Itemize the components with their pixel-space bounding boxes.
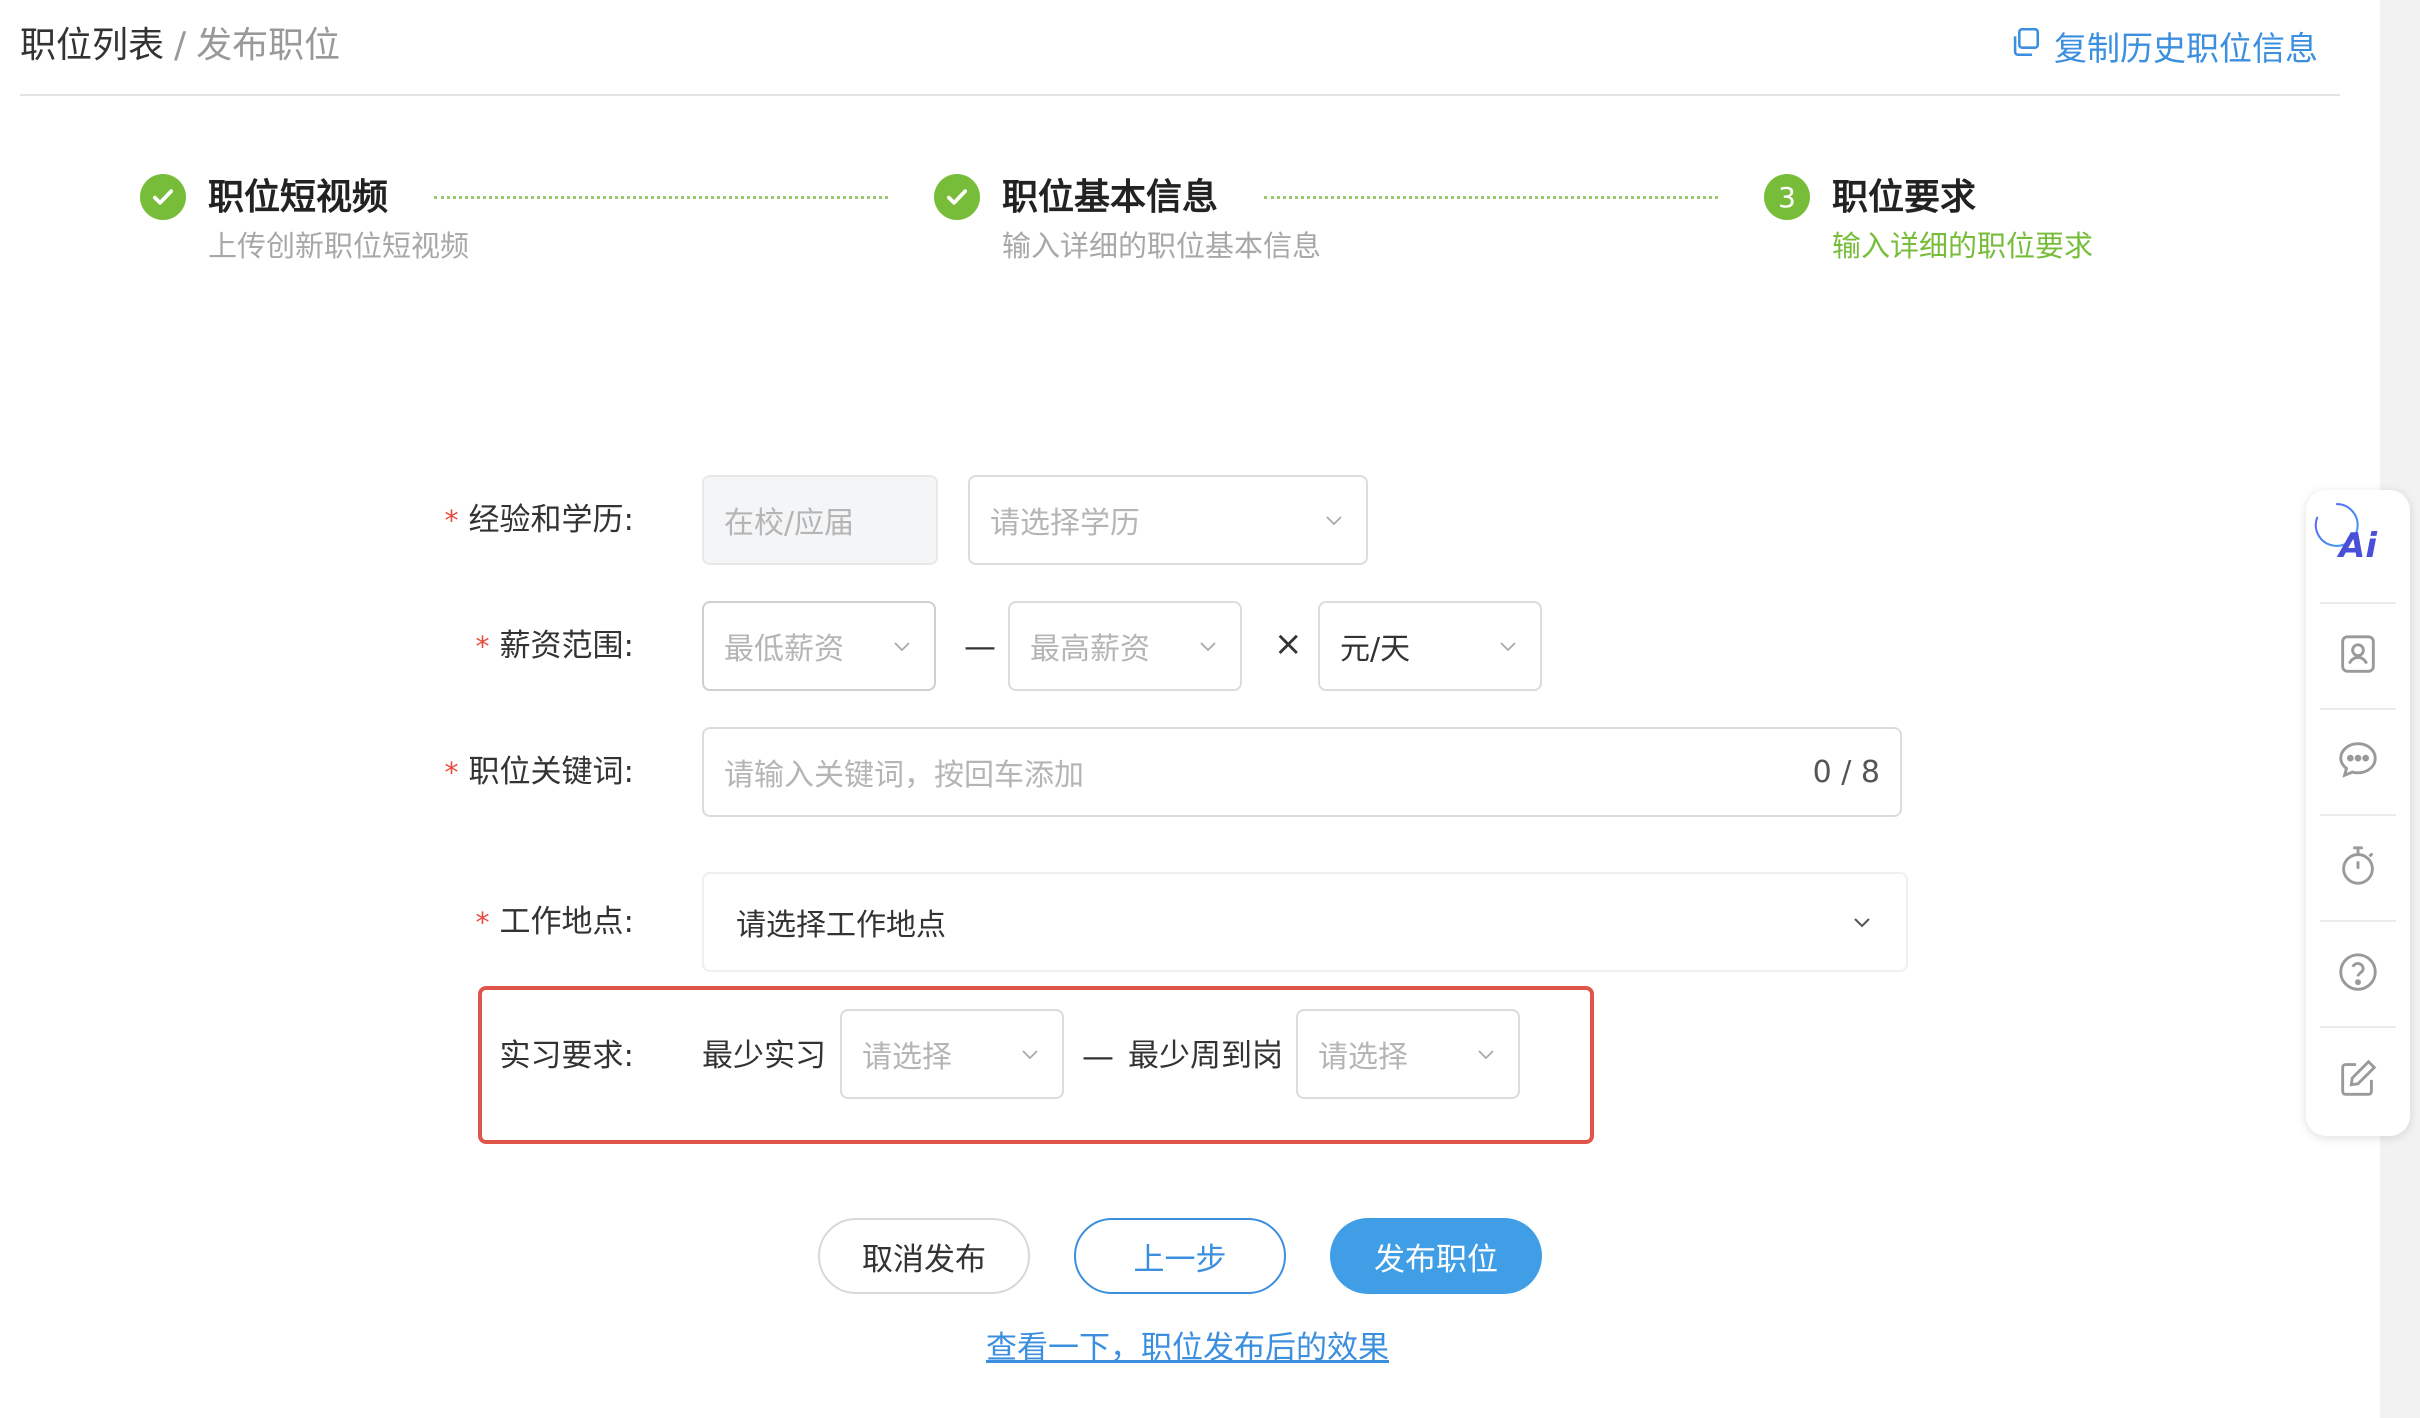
chat-bubble-icon	[2339, 742, 2377, 778]
location-placeholder: 请选择工作地点	[736, 908, 946, 943]
breadcrumb-current: 发布职位	[196, 25, 341, 66]
experience-value: 在校/应届	[724, 506, 855, 541]
breadcrumb-job-list[interactable]: 职位列表	[20, 25, 164, 66]
step-2-check-icon	[934, 174, 980, 220]
max-salary-select[interactable]: 最高薪资	[1008, 601, 1242, 691]
step-1-check-icon	[140, 174, 186, 220]
chevron-down-icon	[1500, 642, 1516, 652]
resume-card-button[interactable]	[2306, 602, 2410, 706]
chevron-down-icon	[1478, 1050, 1494, 1060]
experience-field: 在校/应届	[702, 475, 938, 565]
chevron-down-icon	[1854, 918, 1870, 928]
min-internship-select[interactable]: 请选择	[840, 1009, 1064, 1099]
keywords-placeholder: 请输入关键词，按回车添加	[724, 758, 1084, 793]
step-1-desc: 上传创新职位短视频	[208, 229, 470, 263]
salary-unit-value: 元/天	[1340, 632, 1411, 667]
chevron-down-icon	[1326, 516, 1342, 526]
copy-icon	[2008, 25, 2042, 67]
side-toolbar: Ai	[2306, 490, 2410, 1136]
education-select[interactable]: 请选择学历	[968, 475, 1368, 565]
timer-button[interactable]	[2306, 814, 2410, 918]
header-divider	[20, 94, 2340, 96]
publish-job-button[interactable]: 发布职位	[1330, 1218, 1542, 1294]
previous-step-button[interactable]: 上一步	[1074, 1218, 1286, 1294]
resume-card-icon	[2341, 635, 2375, 673]
step-3-number-badge: 3	[1764, 174, 1810, 220]
max-salary-placeholder: 最高薪资	[1030, 632, 1150, 667]
required-mark: *	[444, 504, 459, 537]
required-mark: *	[475, 906, 490, 939]
copy-history-label: 复制历史职位信息	[2054, 29, 2318, 68]
preview-effect-link[interactable]: 查看一下，职位发布后的效果	[986, 1328, 1389, 1368]
internship-label: 实习要求:	[499, 1038, 634, 1074]
min-internship-placeholder: 请选择	[862, 1040, 952, 1075]
step-connector-2	[1264, 196, 1718, 199]
step-connector-1	[434, 196, 888, 199]
required-mark: *	[475, 630, 490, 663]
breadcrumb-separator: /	[174, 25, 187, 66]
step-3-number: 3	[1778, 180, 1796, 214]
step-3-desc: 输入详细的职位要求	[1832, 229, 2094, 263]
internship-dash: —	[1082, 1037, 1114, 1075]
keywords-counter: 0 / 8	[1812, 754, 1880, 790]
ai-assistant-button[interactable]: Ai	[2306, 490, 2410, 602]
stopwatch-icon	[2342, 846, 2374, 885]
required-mark: *	[444, 756, 459, 789]
times-icon: ×	[1274, 624, 1303, 664]
chat-button[interactable]	[2306, 708, 2410, 812]
salary-unit-select[interactable]: 元/天	[1318, 601, 1542, 691]
salary-label: * 薪资范围:	[475, 628, 634, 664]
help-button[interactable]	[2306, 920, 2410, 1024]
chevron-down-icon	[1022, 1050, 1038, 1060]
min-salary-select[interactable]: 最低薪资	[702, 601, 936, 691]
location-select[interactable]: 请选择工作地点	[702, 872, 1908, 972]
salary-range-dash: —	[964, 627, 996, 665]
keywords-input[interactable]: 请输入关键词，按回车添加 0 / 8	[702, 727, 1902, 817]
location-label: * 工作地点:	[475, 904, 634, 940]
step-1-title: 职位短视频	[208, 177, 389, 218]
feedback-button[interactable]	[2306, 1026, 2410, 1130]
chevron-down-icon	[894, 642, 910, 652]
chevron-down-icon	[1200, 642, 1216, 652]
min-days-select[interactable]: 请选择	[1296, 1009, 1520, 1099]
min-internship-label: 最少实习	[702, 1038, 826, 1074]
question-circle-icon	[2339, 953, 2377, 991]
min-salary-placeholder: 最低薪资	[724, 632, 844, 667]
cancel-publish-button[interactable]: 取消发布	[818, 1218, 1030, 1294]
ai-label: Ai	[2339, 526, 2377, 566]
step-2-title: 职位基本信息	[1002, 177, 1219, 218]
breadcrumb: 职位列表 / 发布职位	[20, 18, 340, 74]
min-days-placeholder: 请选择	[1318, 1040, 1408, 1075]
experience-label: * 经验和学历:	[444, 502, 634, 538]
copy-history-job-link[interactable]: 复制历史职位信息	[2008, 18, 2318, 74]
keywords-label: * 职位关键词:	[444, 754, 634, 790]
min-days-label: 最少周到岗	[1128, 1038, 1283, 1074]
education-placeholder: 请选择学历	[990, 506, 1140, 541]
step-3-title: 职位要求	[1832, 177, 1977, 218]
step-2-desc: 输入详细的职位基本信息	[1002, 229, 1322, 263]
edit-icon	[2341, 1059, 2377, 1096]
